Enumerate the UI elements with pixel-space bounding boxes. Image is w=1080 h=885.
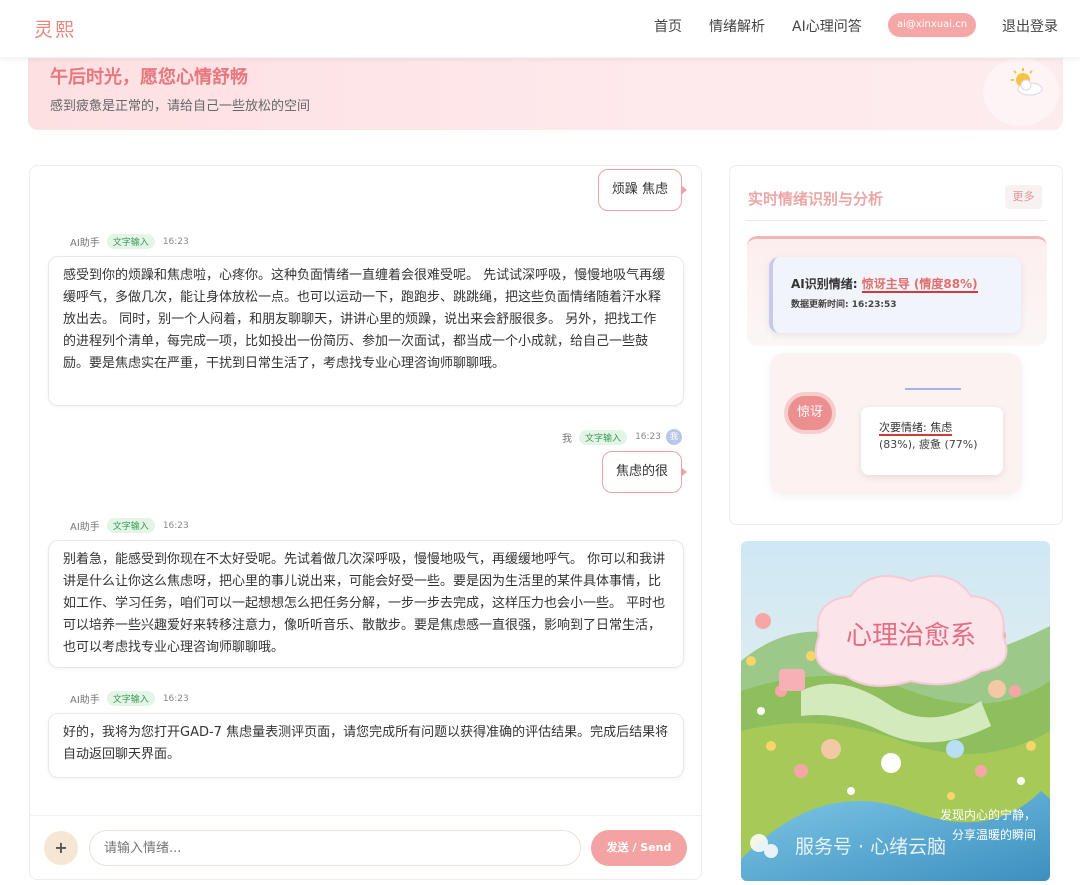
poster-title: 心理治愈系	[846, 621, 976, 651]
user-badge[interactable]: ai@xinxuai.cn	[888, 13, 976, 37]
sender-name: AI助手	[70, 695, 100, 706]
update-time-value: 16:23:53	[851, 300, 897, 310]
message-time: 16:23	[635, 432, 661, 442]
more-button[interactable]: 更多	[1005, 185, 1042, 209]
healing-poster-image: 心理治愈系 发现内心的宁静， 分享温暖的瞬间 服务号 · 心绪云脑	[741, 541, 1050, 881]
nav-emotion-analysis[interactable]: 情绪解析	[709, 16, 765, 36]
user-message: 焦虑的很	[601, 451, 688, 493]
ai-recognition-card: AI识别情绪: 惊讶主导 (情度88%) 数据更新时间: 16:23:53	[747, 236, 1047, 346]
secondary-emotion-detail: (83%), 疲惫 (77%)	[879, 438, 978, 451]
ai-recognition-label: AI识别情绪:	[791, 277, 858, 291]
logo[interactable]: 灵熙	[34, 15, 76, 42]
message-meta: AI助手 文字输入 16:23	[70, 691, 189, 706]
user-message: 烦躁 焦虑	[597, 169, 688, 211]
input-type-tag: 文字输入	[579, 429, 628, 445]
message-time: 16:23	[162, 520, 189, 531]
message-time: 16:23	[162, 693, 189, 704]
emotion-input[interactable]	[89, 830, 581, 866]
ai-message: 感受到你的烦躁和焦虑啦，心疼你。这种负面情绪一直缠着会很难受呢。 先试试深呼吸，…	[48, 256, 684, 406]
panel-title: 实时情绪识别与分析	[748, 190, 884, 208]
ai-recognition-box: AI识别情绪: 惊讶主导 (情度88%) 数据更新时间: 16:23:53	[769, 257, 1021, 333]
ai-recognition-value: 惊讶主导 (情度88%)	[861, 277, 978, 293]
weather-icon	[1009, 68, 1043, 105]
logout-link[interactable]: 退出登录	[1002, 16, 1058, 36]
message-meta: 我 文字输入 16:23 我	[562, 429, 682, 445]
message-meta: AI助手 文字输入 16:23	[70, 518, 189, 533]
add-button[interactable]: +	[44, 831, 78, 865]
input-type-tag: 文字输入	[106, 518, 155, 533]
watermark-text: 服务号 · 心绪云脑	[795, 836, 946, 858]
sender-name: 我	[562, 433, 573, 445]
ai-message: 好的，我将为您打开GAD-7 焦虑量表测评页面，请您完成所有问题以获得准确的评估…	[48, 713, 684, 778]
sender-name: AI助手	[70, 522, 100, 533]
banner-title: 午后时光，愿您心情舒畅	[50, 67, 248, 88]
nav-home[interactable]: 首页	[654, 16, 682, 36]
user-avatar: 我	[666, 429, 682, 445]
greeting-banner: 午后时光，愿您心情舒畅 感到疲惫是正常的，请给自己一些放松的空间	[28, 58, 1063, 130]
update-time-line: 数据更新时间: 16:23:53	[791, 297, 897, 310]
top-nav: 灵熙 首页 情绪解析 AI心理问答 ai@xinxuai.cn 退出登录	[0, 0, 1080, 57]
message-meta: AI助手 文字输入 16:23	[70, 234, 189, 249]
divider	[746, 220, 1046, 221]
message-time: 16:23	[162, 236, 189, 247]
update-time-label: 数据更新时间:	[791, 300, 849, 310]
sender-name: AI助手	[70, 238, 100, 249]
decor-line	[905, 388, 961, 390]
secondary-emotion-label: 次要情绪: 焦虑	[879, 421, 953, 436]
ai-recognition-line: AI识别情绪: 惊讶主导 (情度88%)	[791, 275, 978, 293]
secondary-emotion-box: 次要情绪: 焦虑 (83%), 疲惫 (77%)	[861, 407, 1003, 475]
input-type-tag: 文字输入	[106, 691, 155, 706]
chat-panel: 烦躁 焦虑 AI助手 文字输入 16:23 感受到你的烦躁和焦虑啦，心疼你。这种…	[29, 165, 702, 880]
poster-caption-1: 发现内心的宁静，	[940, 807, 1036, 822]
nav-ai-qa[interactable]: AI心理问答	[792, 16, 862, 36]
input-type-tag: 文字输入	[106, 234, 155, 249]
send-button[interactable]: 发送 / Send	[591, 830, 687, 866]
emotion-breakdown-card: 惊讶 次要情绪: 焦虑 (83%), 疲惫 (77%)	[770, 353, 1022, 495]
chat-input-bar: + 发送 / Send	[30, 815, 701, 879]
ai-message: 别着急，能感受到你现在不太好受呢。先试着做几次深呼吸，慢慢地吸气，再缓缓地呼气。…	[48, 540, 684, 668]
emotion-panel: 实时情绪识别与分析 更多 AI识别情绪: 惊讶主导 (情度88%) 数据更新时间…	[729, 165, 1063, 525]
banner-subtitle: 感到疲惫是正常的，请给自己一些放松的空间	[50, 99, 311, 114]
main-emotion-badge: 惊讶	[788, 396, 832, 430]
poster-caption-2: 分享温暖的瞬间	[952, 827, 1036, 842]
